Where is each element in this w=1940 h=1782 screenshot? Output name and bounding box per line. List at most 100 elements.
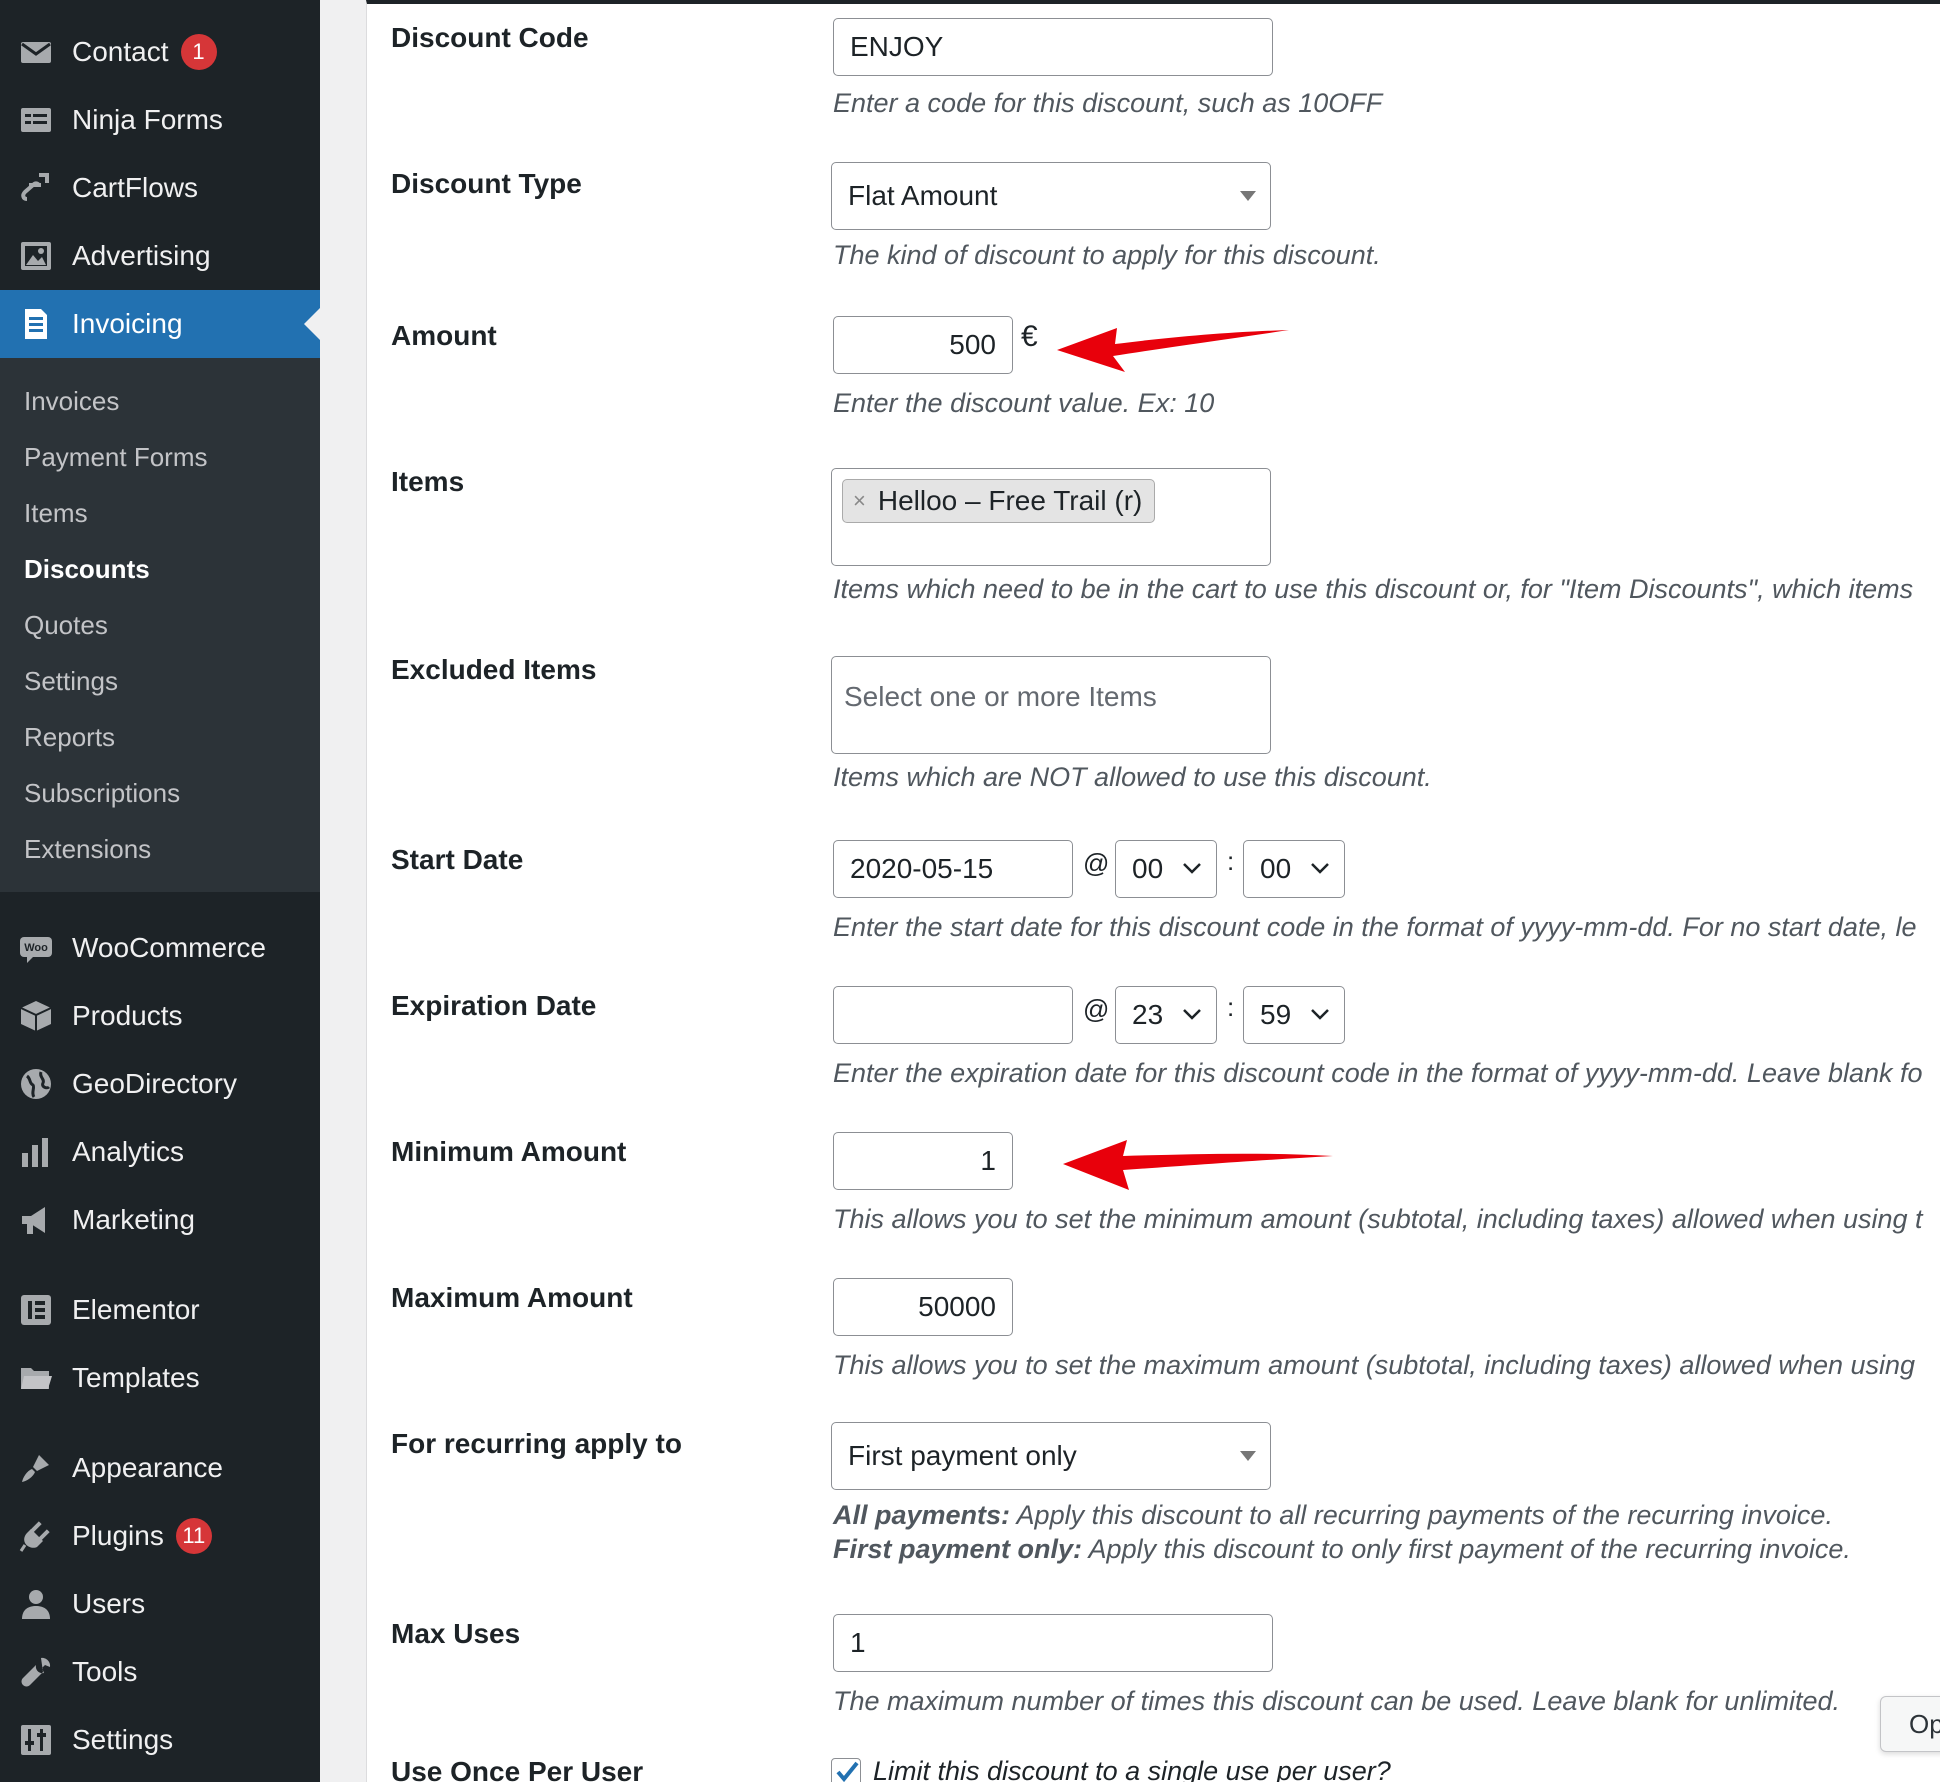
submenu-extensions[interactable]: Extensions <box>24 834 151 865</box>
field-label: Discount Type <box>391 168 582 199</box>
menu-label: Products <box>72 1000 183 1031</box>
folder-icon <box>18 1360 54 1396</box>
menu-label: Analytics <box>72 1136 185 1167</box>
menu-label: Appearance <box>72 1452 224 1483</box>
menu-label: GeoDirectory <box>72 1068 237 1099</box>
field-description: Enter the expiration date for this disco… <box>833 1058 1923 1088</box>
submenu-discounts[interactable]: Discounts <box>24 554 150 585</box>
amount-input[interactable]: 500 <box>833 316 1013 374</box>
field-description: Enter a code for this discount, such as … <box>833 88 1383 118</box>
field-description: Items which are NOT allowed to use this … <box>833 762 1432 792</box>
menu-templates[interactable]: Templates <box>0 1344 320 1412</box>
checkbox-label: Limit this discount to a single use per … <box>873 1756 1391 1782</box>
notification-badge: 11 <box>175 1518 212 1554</box>
field-description: This allows you to set the maximum amoun… <box>833 1350 1916 1380</box>
elementor-icon <box>18 1292 54 1328</box>
recurring-select[interactable]: First payment only <box>831 1422 1271 1490</box>
submenu-reports[interactable]: Reports <box>24 722 115 753</box>
items-multiselect[interactable]: × Helloo – Free Trail (r) <box>831 468 1271 566</box>
selected-value: Flat Amount <box>848 180 998 211</box>
menu-label: WooCommerce <box>72 932 266 963</box>
menu-plugins[interactable]: Plugins 11 <box>0 1502 320 1570</box>
brush-icon <box>18 1450 54 1486</box>
expiration-date-input[interactable] <box>833 986 1073 1044</box>
recurring-desc-first: First payment only: Apply this discount … <box>833 1534 1851 1565</box>
menu-label: Advertising <box>72 240 211 271</box>
field-description: This allows you to set the minimum amoun… <box>833 1204 1923 1234</box>
submenu-quotes[interactable]: Quotes <box>24 610 108 641</box>
once-per-user-checkbox[interactable] <box>831 1758 861 1782</box>
submenu-invoices[interactable]: Invoices <box>24 386 119 417</box>
submenu-settings[interactable]: Settings <box>24 666 118 697</box>
menu-label: CartFlows <box>72 172 199 203</box>
side-options-button[interactable]: Op <box>1880 1696 1940 1752</box>
menu-advertising[interactable]: Advertising <box>0 222 320 290</box>
max-uses-input[interactable]: 1 <box>833 1614 1273 1672</box>
minimum-amount-input[interactable]: 1 <box>833 1132 1013 1190</box>
submenu-payment-forms[interactable]: Payment Forms <box>24 442 208 473</box>
user-icon <box>18 1586 54 1622</box>
discount-code-input[interactable]: ENJOY <box>833 18 1273 76</box>
admin-sidebar: Contact 1 Ninja Forms CartFlows Advertis… <box>0 0 320 1782</box>
sliders-icon <box>18 1722 54 1758</box>
field-label: Excluded Items <box>391 654 597 685</box>
menu-label: Invoicing <box>72 308 183 339</box>
chevron-down-icon <box>1311 863 1329 874</box>
currency-symbol: € <box>1021 320 1038 353</box>
field-label: Amount <box>391 320 497 351</box>
menu-woocommerce[interactable]: Woo WooCommerce <box>0 914 320 982</box>
menu-marketing[interactable]: Marketing <box>0 1186 320 1254</box>
menu-elementor[interactable]: Elementor <box>0 1276 320 1344</box>
menu-products[interactable]: Products <box>0 982 320 1050</box>
submenu-items[interactable]: Items <box>24 498 88 529</box>
maximum-amount-input[interactable]: 50000 <box>833 1278 1013 1336</box>
plug-icon <box>18 1518 54 1554</box>
menu-cartflows[interactable]: CartFlows <box>0 154 320 222</box>
woo-icon: Woo <box>18 930 54 966</box>
field-description: Enter the discount value. Ex: 10 <box>833 388 1215 418</box>
megaphone-icon <box>18 1202 54 1238</box>
desc-lead: First payment only: <box>833 1534 1083 1564</box>
start-date-input[interactable]: 2020-05-15 <box>833 840 1073 898</box>
submenu-subscriptions[interactable]: Subscriptions <box>24 778 180 809</box>
recurring-desc-all: All payments: Apply this discount to all… <box>833 1500 1833 1531</box>
expiration-minute-select[interactable]: 59 <box>1243 986 1345 1044</box>
field-label: Discount Code <box>391 22 589 53</box>
field-description: Enter the start date for this discount c… <box>833 912 1917 942</box>
field-label: Use Once Per User <box>391 1756 644 1782</box>
red-arrow-annotation <box>1057 328 1289 372</box>
menu-invoicing[interactable]: Invoicing <box>0 290 320 358</box>
menu-tools[interactable]: Tools <box>0 1638 320 1706</box>
menu-users[interactable]: Users <box>0 1570 320 1638</box>
menu-contact[interactable]: Contact 1 <box>0 18 320 86</box>
menu-label: Elementor <box>72 1294 200 1325</box>
field-description: The kind of discount to apply for this d… <box>833 240 1381 270</box>
remove-chip-icon[interactable]: × <box>853 488 866 514</box>
menu-appearance[interactable]: Appearance <box>0 1434 320 1502</box>
at-separator: @ <box>1083 994 1110 1024</box>
invoice-icon <box>18 306 54 342</box>
menu-label: Tools <box>72 1656 138 1687</box>
menu-label: Ninja Forms <box>72 104 223 135</box>
menu-geodirectory[interactable]: GeoDirectory <box>0 1050 320 1118</box>
at-separator: @ <box>1083 848 1110 878</box>
selected-value: 00 <box>1260 853 1292 884</box>
menu-settings[interactable]: Settings <box>0 1706 320 1774</box>
menu-label: Plugins <box>72 1520 164 1551</box>
menu-ninja-forms[interactable]: Ninja Forms <box>0 86 320 154</box>
checkmark-icon <box>836 1761 859 1782</box>
desc-lead: All payments: <box>833 1500 1011 1530</box>
field-label: Max Uses <box>391 1618 521 1649</box>
menu-label: Settings <box>72 1724 174 1755</box>
expiration-hour-select[interactable]: 23 <box>1115 986 1217 1044</box>
bar-chart-icon <box>18 1134 54 1170</box>
discount-type-select[interactable]: Flat Amount <box>831 162 1271 230</box>
start-minute-select[interactable]: 00 <box>1243 840 1345 898</box>
field-description: Items which need to be in the cart to us… <box>833 574 1914 604</box>
field-label: For recurring apply to <box>391 1428 682 1459</box>
menu-analytics[interactable]: Analytics <box>0 1118 320 1186</box>
start-hour-select[interactable]: 00 <box>1115 840 1217 898</box>
excluded-items-multiselect[interactable]: Select one or more Items <box>831 656 1271 754</box>
forms-icon <box>18 102 54 138</box>
invoicing-submenu: Invoices Payment Forms Items Discounts Q… <box>0 358 320 892</box>
